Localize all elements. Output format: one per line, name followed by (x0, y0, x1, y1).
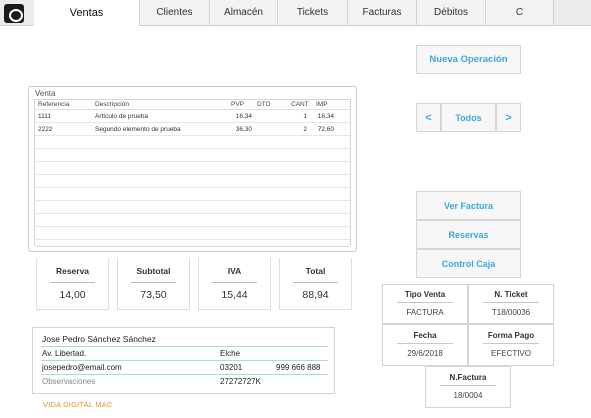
n-factura-label: N.Factura (449, 373, 487, 382)
tipo-venta-value: FACTURA (406, 308, 444, 317)
divider (483, 302, 539, 303)
header-imp: IMP (316, 101, 328, 108)
venta-table: Referencia Descripción PVP DTO CANT IMP … (34, 99, 351, 247)
divider (397, 343, 453, 344)
subtotal-label: Subtotal (136, 266, 171, 276)
divider (397, 302, 453, 303)
reservas-button[interactable]: Reservas (416, 220, 521, 249)
tab-almacen[interactable]: Almacén (210, 0, 278, 25)
top-tab-bar: Ventas Clientes Almacén Tickets Facturas… (0, 0, 591, 26)
table-row[interactable]: 2222 Segundo elemento de prueba 36,30 2 … (35, 123, 350, 136)
customer-name: Jose Pedro Sánchez Sánchez (42, 334, 156, 344)
total-label: Total (305, 266, 326, 276)
customer-phone: 999 666 888 (276, 363, 321, 372)
empty-table-row[interactable] (35, 149, 350, 162)
table-row[interactable]: 1111 Artículo de prueba 16,34 1 16,34 (35, 110, 350, 123)
n-ticket-value: T18/00036 (491, 308, 531, 317)
tab-c[interactable]: C (486, 0, 554, 25)
header-descripcion: Descripción (95, 101, 129, 108)
tab-tickets[interactable]: Tickets (278, 0, 348, 25)
n-ticket-box: N. Ticket T18/00036 (468, 284, 554, 324)
cell-cant: 1 (303, 113, 307, 120)
cell-referencia: 2222 (38, 126, 53, 133)
tab-facturas[interactable]: Facturas (348, 0, 417, 25)
customer-tax-id: 27272727K (220, 377, 261, 386)
venta-title: Venta (35, 89, 56, 98)
n-ticket-label: N. Ticket (494, 290, 528, 299)
iva-box: IVA 15,44 (198, 258, 271, 310)
prev-button[interactable]: < (416, 103, 441, 132)
tipo-venta-label: Tipo Venta (404, 290, 446, 299)
header-pvp: PVP (231, 101, 245, 108)
tab-ventas[interactable]: Ventas (34, 0, 140, 26)
cell-pvp: 16,34 (235, 113, 252, 120)
subtotal-value: 73,50 (140, 289, 167, 301)
filter-todos-button[interactable]: Todos (441, 103, 496, 132)
cell-imp: 16,34 (317, 113, 334, 120)
divider (131, 282, 176, 283)
reserva-box: Reserva 14,00 (36, 258, 109, 310)
total-value: 88,94 (302, 289, 329, 301)
empty-table-row[interactable] (35, 162, 350, 175)
iva-value: 15,44 (221, 289, 248, 301)
customer-address: Av. Libertad. (42, 349, 87, 358)
empty-table-row[interactable] (35, 214, 350, 227)
main-tabs: Ventas Clientes Almacén Tickets Facturas… (34, 0, 554, 26)
tipo-venta-box: Tipo Venta FACTURA (382, 284, 468, 324)
fecha-value: 29/6/2018 (407, 349, 443, 358)
empty-table-row[interactable] (35, 175, 350, 188)
header-dto: DTO (257, 101, 271, 108)
divider (212, 282, 257, 283)
reserva-value: 14,00 (59, 289, 86, 301)
empty-table-row[interactable] (35, 188, 350, 201)
cell-descripcion: Segundo elemento de prueba (95, 126, 181, 133)
customer-notes-label: Observaciones (42, 377, 96, 386)
cell-pvp: 36,30 (235, 126, 252, 133)
divider (41, 360, 328, 361)
header-referencia: Referencia (38, 101, 70, 108)
cell-referencia: 1111 (38, 113, 52, 120)
table-header: Referencia Descripción PVP DTO CANT IMP (35, 100, 350, 110)
reserva-label: Reserva (55, 266, 90, 276)
total-box: Total 88,94 (279, 258, 352, 310)
cell-imp: 72,60 (317, 126, 334, 133)
forma-pago-box: Forma Pago EFECTIVO (468, 324, 554, 366)
iva-label: IVA (227, 266, 242, 276)
customer-box[interactable]: Jose Pedro Sánchez Sánchez Av. Libertad.… (32, 327, 335, 394)
forma-pago-label: Forma Pago (487, 331, 535, 340)
cell-descripcion: Artículo de prueba (95, 113, 149, 120)
divider (41, 374, 328, 375)
empty-table-row[interactable] (35, 201, 350, 214)
tab-clientes[interactable]: Clientes (140, 0, 210, 25)
next-button[interactable]: > (496, 103, 521, 132)
divider (293, 282, 338, 283)
tab-debitos[interactable]: Débitos (417, 0, 486, 25)
divider (483, 343, 539, 344)
forma-pago-value: EFECTIVO (490, 349, 531, 358)
venta-panel: Venta Referencia Descripción PVP DTO CAN… (28, 86, 357, 252)
cell-cant: 2 (303, 126, 307, 133)
subtotal-box: Subtotal 73,50 (117, 258, 190, 310)
fecha-box: Fecha 29/6/2018 (382, 324, 468, 366)
fecha-label: Fecha (413, 331, 437, 340)
n-factura-box: N.Factura 18/0004 (425, 366, 511, 408)
new-operation-button[interactable]: Nueva Operación (416, 45, 521, 74)
empty-table-row[interactable] (35, 136, 350, 149)
app-logo-icon (4, 4, 24, 23)
brand-label: VIDA DIGITAL MAC (43, 400, 113, 409)
n-factura-value: 18/0004 (453, 391, 483, 400)
divider (41, 346, 328, 347)
empty-table-row[interactable] (35, 227, 350, 240)
customer-postal-code: 03201 (220, 363, 243, 372)
divider (50, 282, 95, 283)
control-caja-button[interactable]: Control Caja (416, 249, 521, 278)
header-cant: CANT (291, 101, 309, 108)
customer-email: josepedro@email.com (42, 363, 122, 372)
ver-factura-button[interactable]: Ver Factura (416, 191, 521, 220)
customer-city: Elche (220, 349, 241, 358)
divider (440, 385, 496, 386)
empty-table-row[interactable] (35, 240, 350, 246)
